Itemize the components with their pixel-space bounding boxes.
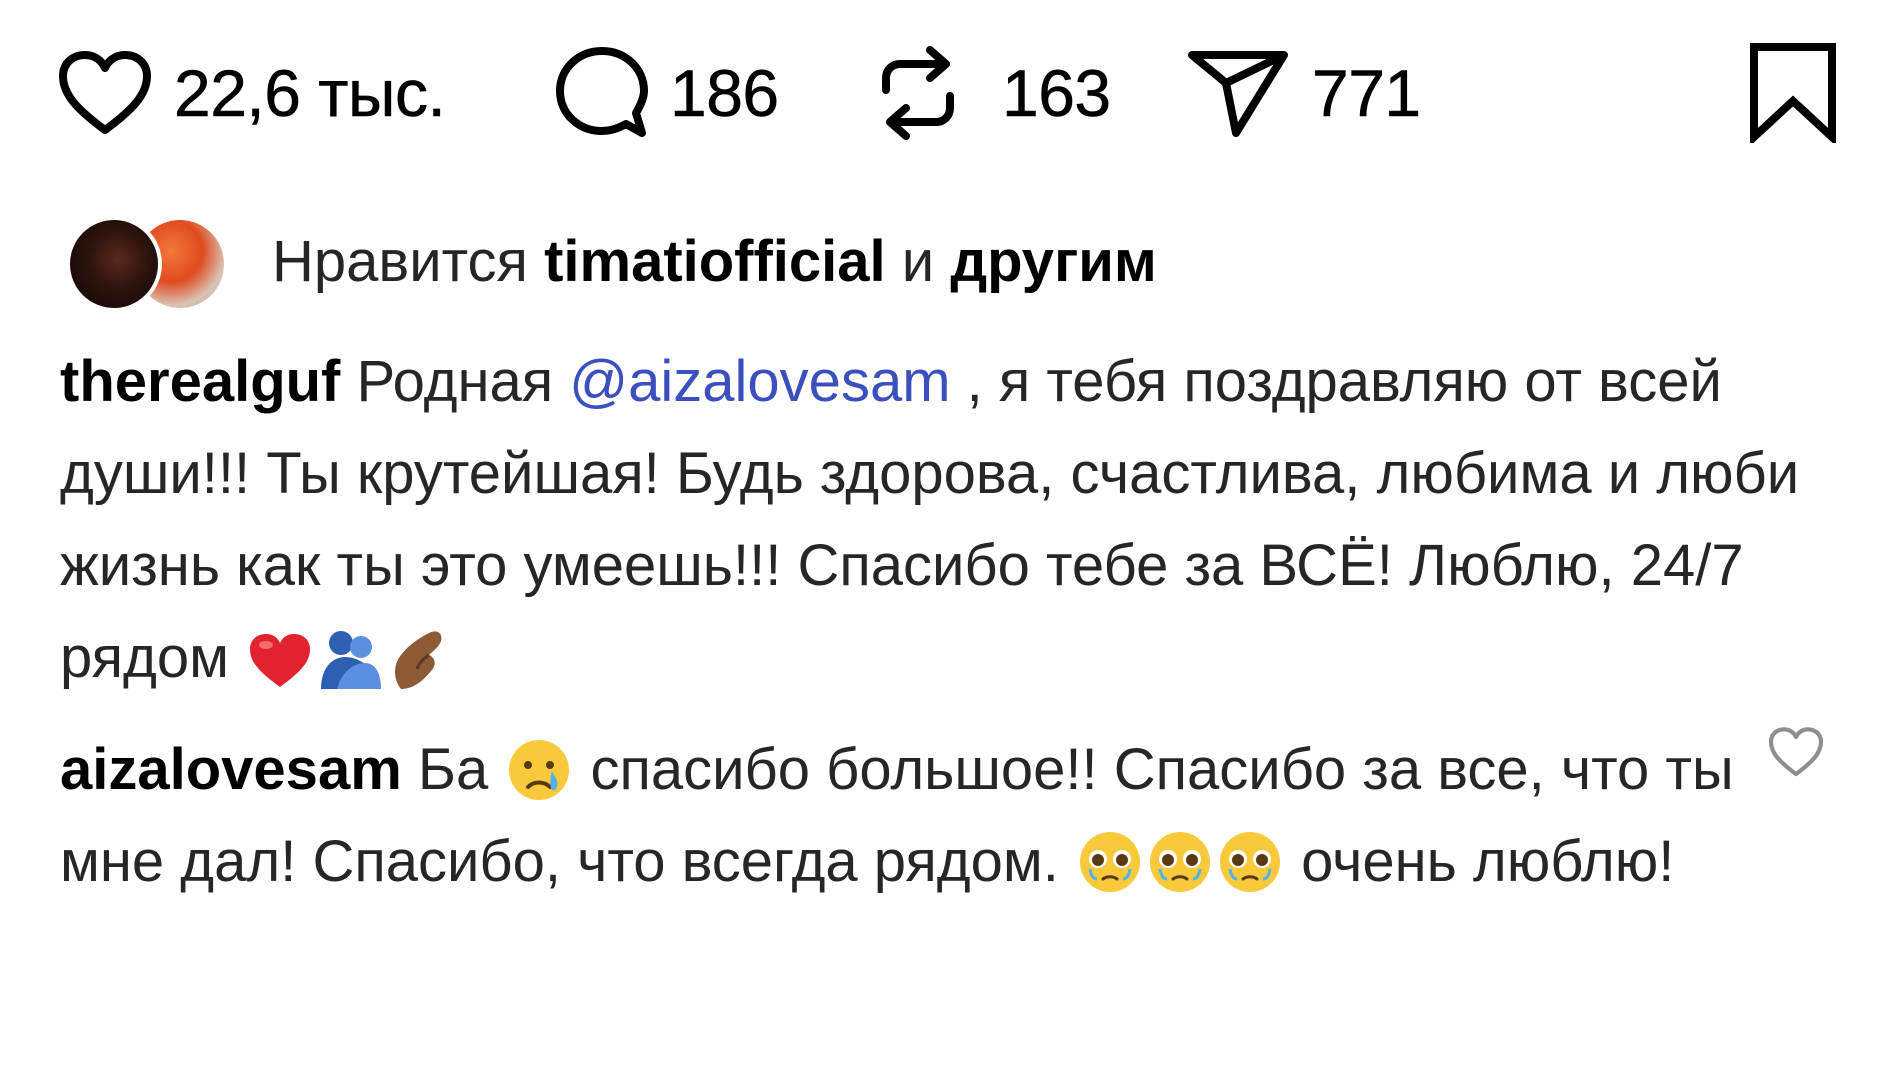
comment-text: Родная [340, 349, 570, 414]
liked-by-text: Нравится timatiofficial и другим [272, 233, 1157, 291]
pinching-hand-icon [387, 625, 447, 691]
pleading-face-icon [1217, 829, 1283, 895]
liked-by-prefix: Нравится [272, 229, 528, 294]
caption-comment: therealguf Родная @aizalovesam , я тебя … [60, 336, 1850, 704]
mention-link[interactable]: @aizalovesam [569, 349, 950, 414]
comment-like-button[interactable] [1768, 726, 1824, 778]
reposts-count: 163 [1002, 56, 1112, 130]
comment-button[interactable]: 186 [556, 34, 779, 152]
pleading-face-icon [1147, 829, 1213, 895]
save-button[interactable] [1748, 34, 1838, 152]
shares-count: 771 [1312, 56, 1422, 130]
comment-bubble-icon [556, 47, 648, 139]
repost-icon [878, 44, 958, 142]
repost-button[interactable]: 163 [878, 34, 1111, 152]
share-button[interactable]: 771 [1186, 34, 1421, 152]
comment-username[interactable]: aizalovesam [60, 737, 402, 802]
post-action-bar: 22,6 тыс. 186 163 771 [58, 34, 1848, 152]
like-button[interactable]: 22,6 тыс. [58, 34, 446, 152]
comment-text: Ба [401, 737, 505, 802]
pleading-face-icon [1077, 829, 1143, 895]
comment-username[interactable]: therealguf [60, 349, 340, 414]
avatar[interactable] [66, 216, 162, 312]
bookmark-icon [1748, 43, 1838, 147]
liked-by-avatars[interactable] [66, 214, 236, 312]
heart-icon [58, 50, 152, 136]
people-hugging-icon [317, 625, 383, 691]
liked-by-row[interactable]: Нравится timatiofficial и другим [66, 212, 1157, 312]
likes-count: 22,6 тыс. [174, 56, 446, 130]
comments-count: 186 [670, 56, 780, 130]
heart-icon [1768, 727, 1824, 782]
liked-by-user-link[interactable]: timatiofficial [544, 229, 886, 294]
reply-comment: aizalovesam Ба спасибо большое!! Спасибо… [60, 724, 1740, 908]
comment-text: очень люблю! [1285, 829, 1675, 894]
liked-by-conjunction: и [901, 229, 935, 294]
red-heart-icon [247, 631, 313, 691]
crying-face-icon [506, 737, 572, 803]
paper-plane-icon [1186, 47, 1290, 139]
liked-by-others-link[interactable]: другим [950, 229, 1156, 294]
